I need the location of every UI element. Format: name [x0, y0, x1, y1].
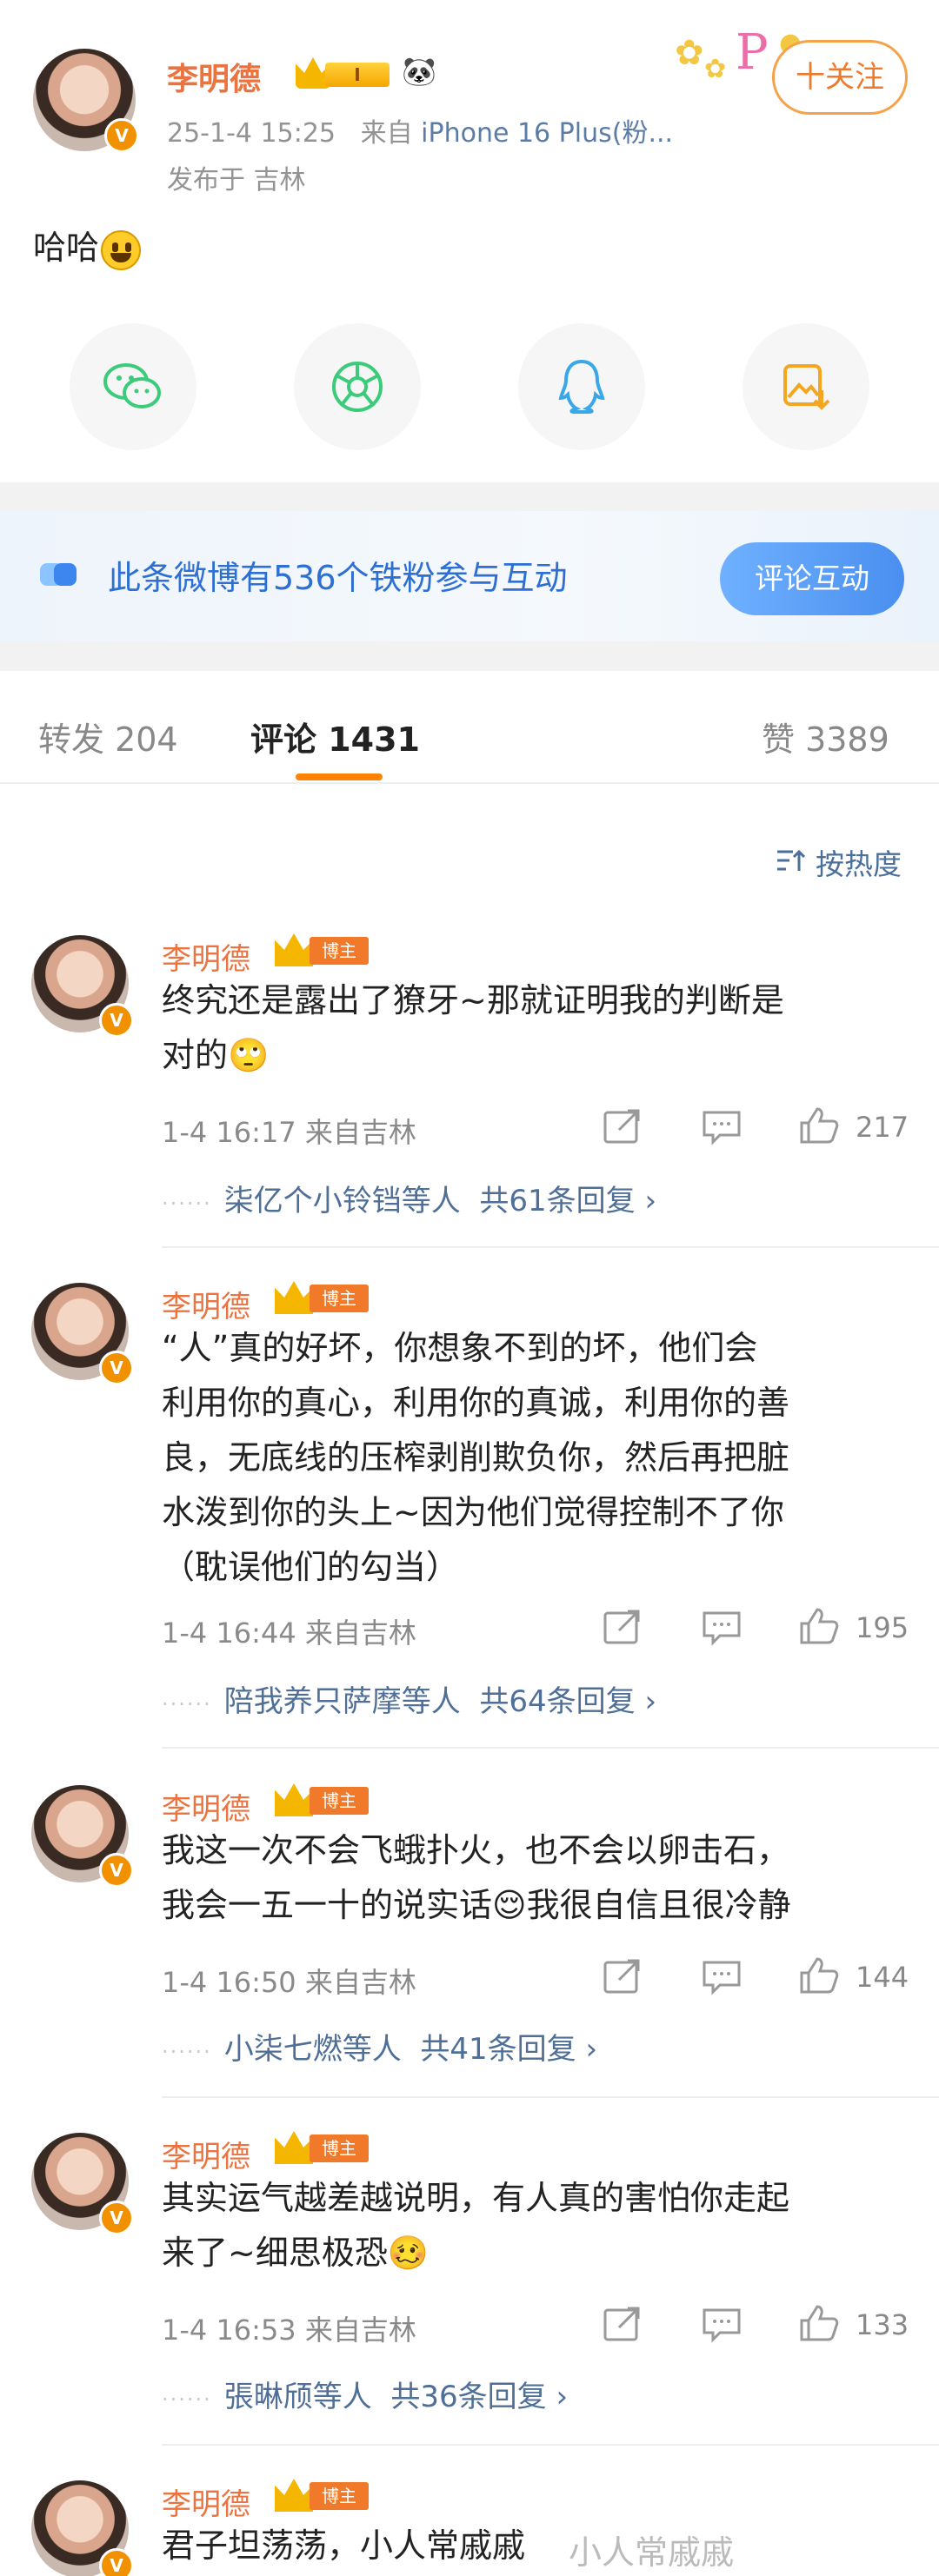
- author-badge: 博主: [275, 2131, 372, 2164]
- comment-author[interactable]: 李明德: [162, 2133, 250, 2175]
- comment-avatar[interactable]: V: [31, 1785, 134, 1888]
- crown-icon: [275, 1281, 313, 1314]
- divider: [162, 1246, 939, 1248]
- like-icon[interactable]: [798, 1955, 840, 1994]
- author-badge: 博主: [275, 1783, 372, 1816]
- verified-icon: V: [104, 118, 139, 153]
- sort-by-hot[interactable]: 按热度: [816, 841, 902, 883]
- tab-like[interactable]: 赞 3389: [762, 713, 889, 760]
- like-count: 195: [856, 1611, 909, 1644]
- comment-text: 其实运气越差越说明，有人真的害怕你走起 来了~细思极恐🥴: [162, 2179, 790, 2272]
- author-badge: 博主: [275, 1281, 372, 1314]
- like-count: 217: [856, 1111, 909, 1144]
- share-icon[interactable]: [602, 1107, 643, 1145]
- fan-interaction-banner[interactable]: 此条微博有536个铁粉参与互动 评论互动: [0, 511, 939, 641]
- panda-icon: 🐼: [402, 55, 436, 88]
- comment-author[interactable]: 李明德: [162, 1283, 250, 1325]
- share-icon[interactable]: [602, 1957, 643, 1995]
- reply-summary[interactable]: ······ 柒亿个小铃铛等人 共61条回复 ›: [162, 1177, 656, 1219]
- watermark: 小人常戚戚: [569, 2533, 735, 2572]
- fan-icon: [40, 563, 77, 586]
- reply-summary[interactable]: ······ 小柒七燃等人 共41条回复 ›: [162, 2025, 597, 2068]
- comment-avatar[interactable]: V: [31, 2480, 134, 2576]
- moments-share-button[interactable]: [294, 323, 421, 450]
- comment-avatar[interactable]: V: [31, 2133, 134, 2235]
- divider: [162, 2444, 939, 2446]
- verified-icon: V: [99, 1003, 134, 1038]
- comment-time: 1-4 16:17 来自吉林: [162, 1116, 416, 1149]
- save-image-button[interactable]: [743, 323, 869, 450]
- post-time: 25-1-4 15:25: [167, 118, 336, 149]
- reply-summary[interactable]: ······ 張晽颀等人 共36条回复 ›: [162, 2373, 568, 2415]
- comment-text: 终究还是露出了獠牙~那就证明我的判断是 对的🙄: [162, 981, 784, 1074]
- comment-author[interactable]: 李明德: [162, 2480, 250, 2523]
- comment-text: 君子坦荡荡，小人常戚戚: [162, 2526, 526, 2565]
- crown-icon: [275, 2479, 313, 2512]
- comment-avatar[interactable]: V: [31, 935, 134, 1038]
- sort-icon: [777, 849, 805, 871]
- tab-comment[interactable]: 评论 1431: [250, 713, 420, 760]
- author-badge: 博主: [275, 933, 372, 966]
- qq-icon: [558, 359, 605, 414]
- verified-icon: V: [99, 2201, 134, 2235]
- follow-button[interactable]: 十关注: [772, 40, 908, 115]
- comment-avatar[interactable]: V: [31, 1283, 134, 1385]
- post-from: 来自: [360, 118, 413, 149]
- tab-bar: 转发 204 评论 1431 赞 3389: [0, 671, 939, 784]
- author-avatar[interactable]: V: [33, 49, 139, 153]
- post-text: 哈哈: [33, 221, 142, 270]
- comment-text: 我这一次不会飞蛾扑火，也不会以卵击石， 我会一五一十的说实话😌我很自信且很冷静: [162, 1831, 791, 1924]
- save-image-icon: [783, 364, 830, 410]
- post-meta: 25-1-4 15:25 来自 iPhone 16 Plus(粉...: [167, 111, 673, 149]
- wechat-share-button[interactable]: [70, 323, 196, 450]
- share-icon[interactable]: [602, 1608, 643, 1646]
- qq-share-button[interactable]: [518, 323, 645, 450]
- author-badge: 博主: [275, 2479, 372, 2512]
- verified-icon: V: [99, 1351, 134, 1385]
- wechat-icon: [103, 363, 161, 408]
- post-device[interactable]: iPhone 16 Plus(粉...: [421, 118, 673, 149]
- verified-icon: V: [99, 2548, 134, 2576]
- comment-time: 1-4 16:53 来自吉林: [162, 2314, 416, 2347]
- moments-icon: [332, 362, 383, 412]
- post-card: V 李明德 I 🐼 25-1-4 15:25 来自 iPhone 16 Plus…: [0, 0, 939, 482]
- comment-text: “人”真的好坏，你想象不到的坏，他们会 利用你的真心，利用你的真诚，利用你的善 …: [162, 1329, 790, 1586]
- tab-repost[interactable]: 转发 204: [38, 713, 178, 760]
- separator: [0, 641, 939, 671]
- post-location: 发布于 吉林: [167, 165, 306, 196]
- author-name[interactable]: 李明德: [167, 54, 261, 99]
- comment-time: 1-4 16:50 来自吉林: [162, 1966, 416, 1999]
- comment-icon[interactable]: [701, 2305, 743, 2343]
- grin-emoji-icon: [101, 229, 142, 270]
- fan-banner-text: 此条微博有536个铁粉参与互动: [108, 559, 568, 597]
- comment-icon[interactable]: [701, 1957, 743, 1995]
- like-icon[interactable]: [798, 1105, 840, 1144]
- member-badge[interactable]: I: [296, 57, 393, 89]
- tab-indicator: [296, 773, 383, 780]
- verified-icon: V: [99, 1853, 134, 1888]
- comment-author[interactable]: 李明德: [162, 935, 250, 978]
- crown-icon: [275, 1783, 313, 1816]
- divider: [162, 2096, 939, 2098]
- like-icon[interactable]: [798, 1606, 840, 1644]
- reply-summary[interactable]: ······ 陪我养只萨摩等人 共64条回复 ›: [162, 1677, 656, 1720]
- like-count: 144: [856, 1961, 909, 1994]
- separator: [0, 482, 939, 511]
- comment-icon[interactable]: [701, 1107, 743, 1145]
- comment-interact-button[interactable]: 评论互动: [720, 542, 904, 615]
- divider: [162, 1747, 939, 1749]
- comment-icon[interactable]: [701, 1608, 743, 1646]
- comment-time: 1-4 16:44 来自吉林: [162, 1617, 416, 1650]
- like-count: 133: [856, 2308, 909, 2341]
- like-icon[interactable]: [798, 2303, 840, 2341]
- share-row: [0, 323, 939, 454]
- comment-author[interactable]: 李明德: [162, 1785, 250, 1828]
- crown-icon: [275, 2131, 313, 2164]
- crown-icon: [275, 933, 313, 966]
- share-icon[interactable]: [602, 2305, 643, 2343]
